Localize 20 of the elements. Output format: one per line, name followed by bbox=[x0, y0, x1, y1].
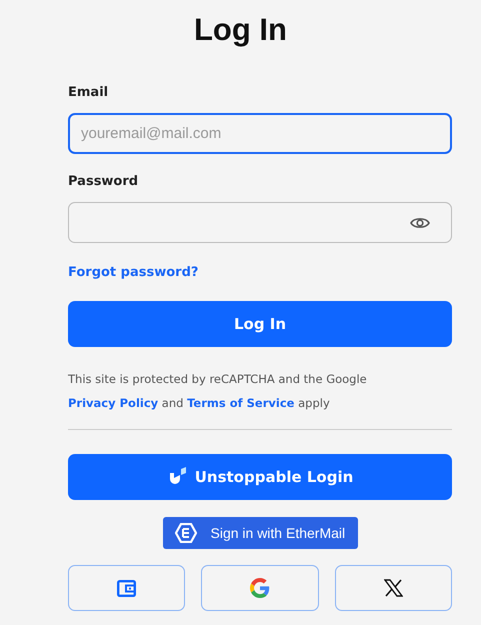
policy-link[interactable]: Privacy Policy bbox=[68, 396, 158, 410]
forgot-password-link[interactable]: Forgot password? bbox=[68, 265, 198, 281]
eye-icon[interactable] bbox=[410, 216, 430, 230]
wallet-icon bbox=[117, 580, 136, 596]
google-login-button[interactable] bbox=[201, 565, 319, 611]
google-icon bbox=[250, 578, 270, 598]
wallet-login-button[interactable] bbox=[68, 565, 186, 611]
hexagon-logo-icon bbox=[174, 523, 196, 543]
x-login-button[interactable] bbox=[334, 565, 452, 611]
x-logo-icon bbox=[384, 579, 403, 597]
policy-link[interactable]: Terms of Service bbox=[187, 396, 294, 410]
unstoppable-login-button[interactable]: Unstoppable Login bbox=[68, 454, 452, 500]
page-title: Log In bbox=[193, 11, 288, 49]
field-label: Password bbox=[68, 173, 140, 191]
recaptcha-note: This site is protected by reCAPTCHA and the Google Privacy Policy and Terms of Service apply bbox=[68, 371, 368, 412]
password-field[interactable] bbox=[68, 202, 452, 243]
ethermail-button[interactable]: Sign in with EtherMail bbox=[162, 517, 358, 549]
field-label: Email bbox=[68, 84, 110, 102]
email-field[interactable]: youremail@mail.com bbox=[68, 113, 452, 154]
login-button[interactable]: Log In bbox=[68, 301, 452, 347]
